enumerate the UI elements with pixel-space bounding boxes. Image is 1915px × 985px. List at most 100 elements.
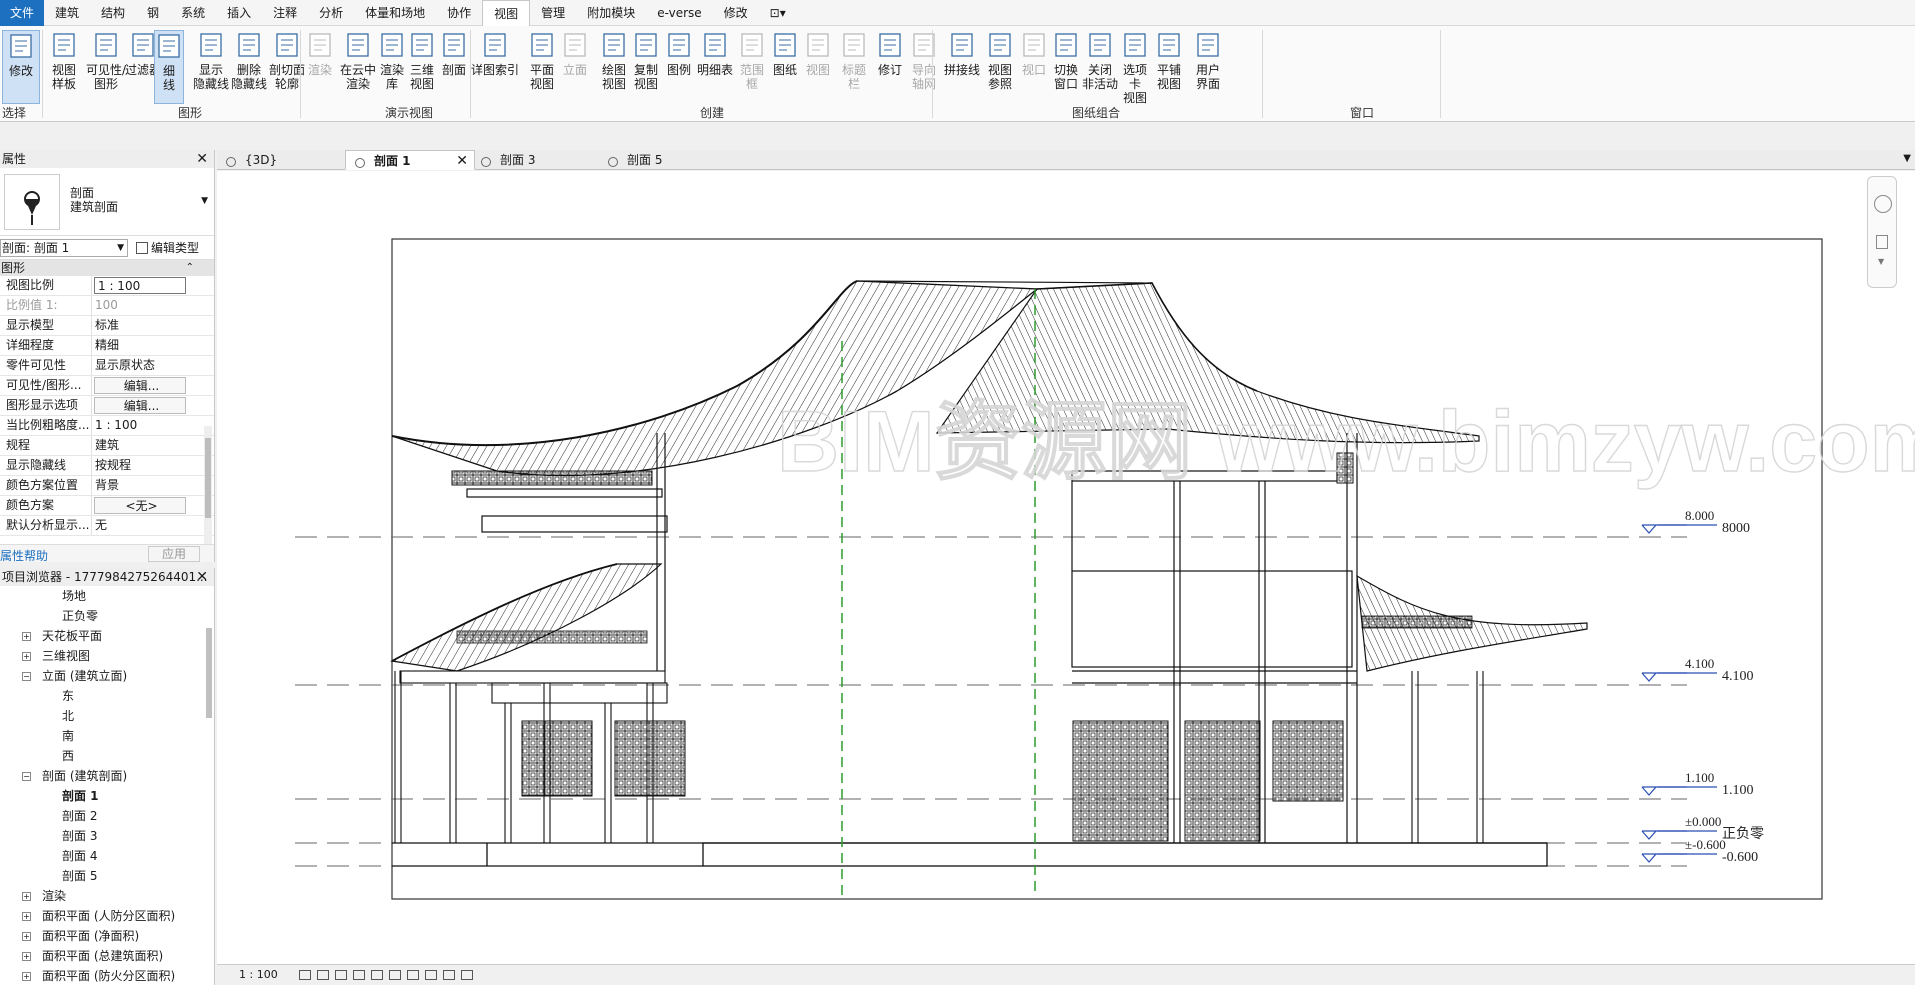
ribbon-button[interactable]: 用户 界面 xyxy=(1190,30,1226,104)
menu-item[interactable]: 修改 xyxy=(713,0,759,26)
expand-icon[interactable]: + xyxy=(22,972,31,981)
menu-file[interactable]: 文件 xyxy=(0,0,45,26)
ribbon-button[interactable]: 切换 窗口 xyxy=(1050,30,1082,104)
quick-access-dropdown-icon[interactable]: ⊡▾ xyxy=(759,0,797,26)
menu-item[interactable]: 分析 xyxy=(308,0,354,26)
browser-node[interactable]: + 面积平面 (人防分区面积) xyxy=(0,906,205,926)
menu-item[interactable]: 建筑 xyxy=(44,0,90,26)
menu-item[interactable]: e-verse xyxy=(646,0,712,26)
expand-icon[interactable]: + xyxy=(22,952,31,961)
menu-item[interactable]: 协作 xyxy=(436,0,482,26)
expand-icon[interactable]: + xyxy=(22,932,31,941)
browser-leaf[interactable]: 剖面 2 xyxy=(0,806,205,826)
visual-style-icon[interactable] xyxy=(317,970,329,980)
menu-item[interactable]: 附加模块 xyxy=(576,0,646,26)
collapse-icon[interactable]: − xyxy=(22,772,31,781)
view-tab[interactable]: 剖面 5 xyxy=(599,150,724,170)
expand-icon[interactable]: + xyxy=(22,652,31,661)
menu-item[interactable]: 结构 xyxy=(90,0,136,26)
property-value[interactable]: 显示原状态 xyxy=(92,356,184,375)
collapse-icon[interactable]: − xyxy=(22,672,31,681)
zoom-icon[interactable] xyxy=(1876,235,1888,249)
ribbon-button[interactable]: 立面 xyxy=(560,30,590,104)
show-crop-icon[interactable] xyxy=(389,970,401,980)
ribbon-button[interactable]: 视图 参照 xyxy=(982,30,1018,104)
view-scale[interactable]: 1 : 100 xyxy=(239,968,278,981)
ribbon-button[interactable]: 修订 xyxy=(874,30,906,104)
browser-leaf[interactable]: 南 xyxy=(0,726,205,746)
constraints-icon[interactable] xyxy=(461,970,473,980)
level-marker[interactable]: 1.100 1.100 xyxy=(1641,770,1754,798)
property-value[interactable]: 标准 xyxy=(92,316,184,335)
steering-wheel-icon[interactable] xyxy=(1874,195,1892,213)
browser-node[interactable]: + 三维视图 xyxy=(0,646,205,666)
reveal-hidden-icon[interactable] xyxy=(425,970,437,980)
ribbon-button[interactable]: 绘图 视图 xyxy=(596,30,632,104)
type-selector[interactable]: 剖面 建筑剖面 ▼ xyxy=(0,168,214,236)
ribbon-button[interactable]: 选项卡 视图 xyxy=(1118,30,1152,105)
view-tab[interactable]: 剖面 3 xyxy=(472,150,597,170)
ribbon-button[interactable]: 修改 xyxy=(2,30,40,104)
tab-menu-icon[interactable]: ▼ xyxy=(1903,153,1911,164)
browser-leaf[interactable]: 正负零 xyxy=(0,606,205,626)
ribbon-button[interactable]: 渲染 xyxy=(304,30,336,104)
browser-leaf[interactable]: 剖面 3 xyxy=(0,826,205,846)
browser-leaf[interactable]: 剖面 4 xyxy=(0,846,205,866)
browser-node[interactable]: − 立面 (建筑立面) xyxy=(0,666,205,686)
browser-leaf[interactable]: 北 xyxy=(0,706,205,726)
ribbon-button[interactable]: 导向 轴网 xyxy=(908,30,940,104)
ribbon-button[interactable]: 渲染 库 xyxy=(376,30,408,104)
browser-node[interactable]: + 渲染 xyxy=(0,886,205,906)
property-value[interactable]: 编辑... xyxy=(94,377,186,394)
browser-node[interactable]: + 面积平面 (总建筑面积) xyxy=(0,946,205,966)
crop-view-icon[interactable] xyxy=(371,970,383,980)
browser-leaf[interactable]: 剖面 5 xyxy=(0,866,205,886)
detail-level-icon[interactable] xyxy=(299,970,311,980)
expand-icon[interactable]: + xyxy=(22,912,31,921)
menu-item[interactable]: 体量和场地 xyxy=(354,0,436,26)
ribbon-button[interactable]: 关闭 非活动 xyxy=(1082,30,1118,104)
ribbon-button[interactable]: 细 线 xyxy=(154,30,184,104)
property-value[interactable]: 背景 xyxy=(92,476,184,495)
ribbon-button[interactable]: 图纸 xyxy=(768,30,802,104)
property-value[interactable]: 编辑... xyxy=(94,397,186,414)
edit-type-button[interactable]: 编辑类型 xyxy=(136,239,199,257)
instance-selector[interactable]: 剖面: 剖面 1 ▼ xyxy=(0,239,128,257)
close-icon[interactable]: ✕ xyxy=(196,150,208,168)
properties-help-link[interactable]: 属性帮助 xyxy=(0,547,48,564)
ribbon-button[interactable]: 显示 隐藏线 xyxy=(191,30,231,104)
scrollbar-thumb[interactable] xyxy=(205,438,211,518)
browser-leaf[interactable]: 东 xyxy=(0,686,205,706)
ribbon-button[interactable]: 平铺 视图 xyxy=(1152,30,1186,104)
ribbon-button[interactable]: 删除 隐藏线 xyxy=(229,30,269,104)
menu-item[interactable]: 视图 xyxy=(482,0,531,26)
shadows-icon[interactable] xyxy=(353,970,365,980)
browser-leaf[interactable]: 场地 xyxy=(0,586,205,606)
ribbon-panel-title[interactable]: 选择 xyxy=(2,104,26,121)
close-icon[interactable]: ✕ xyxy=(456,151,468,171)
apply-button[interactable]: 应用 xyxy=(148,546,200,562)
property-value[interactable]: <无> xyxy=(94,497,186,514)
browser-node[interactable]: − 剖面 (建筑剖面) xyxy=(0,766,205,786)
ribbon-button[interactable]: 标题 栏 xyxy=(838,30,870,104)
chevron-down-icon[interactable]: ▼ xyxy=(201,196,208,206)
ribbon-button[interactable]: 视图 样板 xyxy=(45,30,83,104)
chevron-down-icon[interactable]: ▼ xyxy=(1878,257,1884,266)
ribbon-button[interactable]: 视口 xyxy=(1018,30,1050,104)
level-marker[interactable]: 8.000 8000 xyxy=(1641,508,1750,536)
browser-node[interactable]: + 面积平面 (净面积) xyxy=(0,926,205,946)
expand-icon[interactable]: + xyxy=(22,632,31,641)
ribbon-button[interactable]: 在云中 渲染 xyxy=(338,30,378,104)
ribbon-button[interactable]: 明细表 xyxy=(696,30,734,104)
menu-item[interactable]: 插入 xyxy=(216,0,262,26)
ribbon-button[interactable]: 范围 框 xyxy=(736,30,768,104)
property-value[interactable]: 1 : 100 xyxy=(94,277,186,294)
drawing-canvas[interactable]: BIM资源网 www.bimzyw.com 8.000 8000 4.100 4.10… xyxy=(217,171,1915,964)
menu-item[interactable]: 管理 xyxy=(530,0,576,26)
ribbon-button[interactable]: 视图 xyxy=(802,30,834,104)
view-tab[interactable]: 剖面 1 ✕ xyxy=(345,150,475,170)
browser-scrollbar[interactable] xyxy=(206,628,212,718)
view-tab[interactable]: {3D} xyxy=(217,150,342,170)
ribbon-button[interactable]: 剖面 xyxy=(438,30,470,104)
ribbon-button[interactable]: 详图索引 xyxy=(470,30,520,104)
